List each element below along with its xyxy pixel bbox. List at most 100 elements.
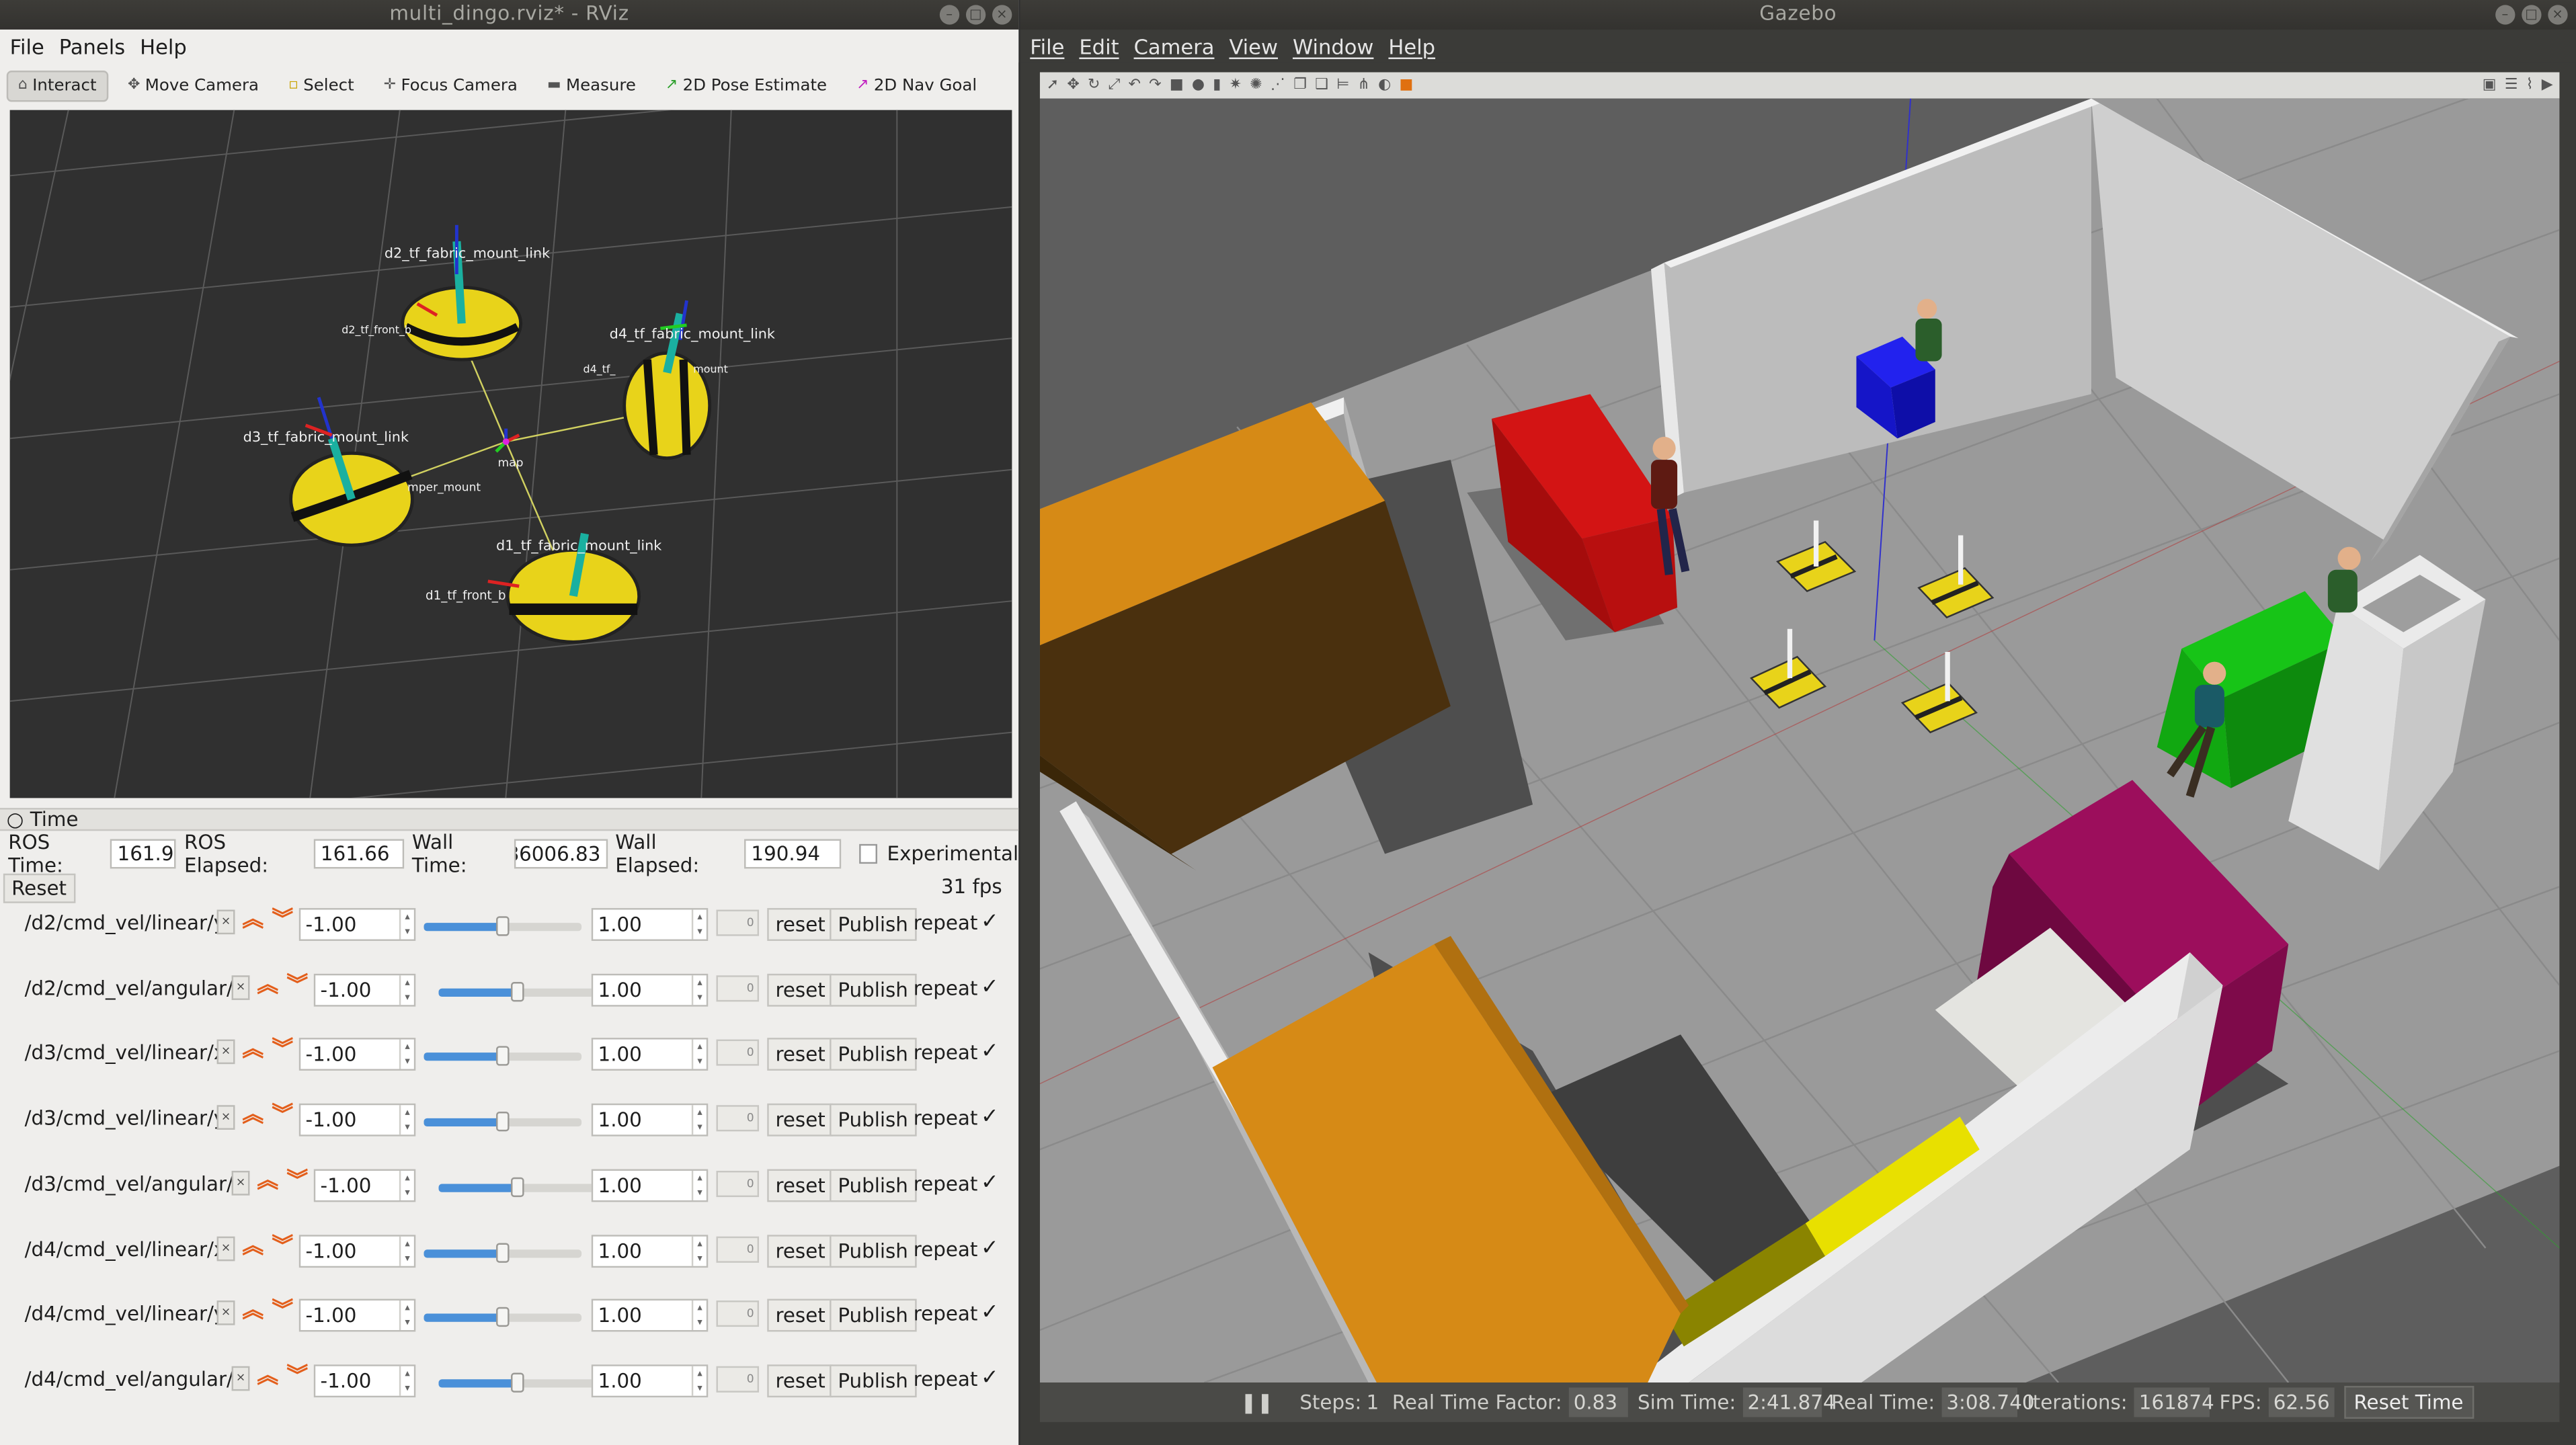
rate-spinbox[interactable]: 0 — [716, 1105, 760, 1132]
rate-spinbox[interactable]: 0 — [716, 909, 760, 936]
reset-button[interactable]: reset — [767, 1234, 834, 1267]
spin-arrows-icon[interactable]: ▴ ▾ — [399, 1366, 414, 1396]
spin-arrows-icon[interactable]: ▴ ▾ — [399, 1105, 414, 1135]
menu-help[interactable]: Help — [140, 34, 187, 58]
max-value-input[interactable]: 1.00 ▴ ▾ — [591, 1234, 709, 1267]
steps-value[interactable]: 1 — [1367, 1391, 1379, 1413]
spin-arrows-icon[interactable]: ▴ ▾ — [691, 1300, 707, 1331]
publish-button[interactable]: Publish — [830, 1104, 917, 1137]
reset-button[interactable]: Reset — [3, 873, 75, 903]
slider-handle[interactable] — [511, 1372, 524, 1393]
rate-spinbox[interactable]: 0 — [716, 1170, 760, 1197]
min-value-input[interactable]: -1.00 ▴ ▾ — [298, 1234, 416, 1267]
max-value-input[interactable]: 1.00 ▴ ▾ — [591, 908, 709, 941]
gz-menu-edit[interactable]: Edit — [1079, 34, 1119, 58]
rviz-titlebar[interactable]: multi_dingo.rviz* - RViz – □ × — [0, 0, 1019, 30]
rotate-icon[interactable]: ↻ — [1088, 77, 1100, 93]
wall-elapsed-field[interactable]: 190.94 — [744, 839, 841, 869]
rate-spinbox[interactable]: 0 — [716, 1300, 760, 1327]
increase-icon[interactable]: ︽ — [241, 1299, 264, 1325]
slider-handle[interactable] — [496, 1307, 510, 1327]
decrease-icon[interactable]: ︾ — [286, 1364, 309, 1391]
max-value-input[interactable]: 1.00 ▴ ▾ — [591, 973, 709, 1006]
increase-icon[interactable]: ︽ — [241, 1038, 264, 1065]
value-slider[interactable] — [424, 916, 582, 936]
slider-handle[interactable] — [496, 1046, 510, 1067]
increase-icon[interactable]: ︽ — [256, 1364, 279, 1391]
experimental-checkbox[interactable] — [858, 843, 877, 864]
reset-button[interactable]: reset — [767, 1038, 834, 1071]
translate-icon[interactable]: ✥ — [1067, 77, 1079, 93]
time-panel-header[interactable]: ○ Time — [0, 808, 1019, 831]
publish-button[interactable]: Publish — [830, 908, 917, 941]
clear-icon[interactable]: × — [216, 1235, 235, 1261]
reset-button[interactable]: reset — [767, 1169, 834, 1202]
minimize-icon[interactable]: – — [2495, 5, 2515, 25]
gazebo-3d-scene[interactable] — [1039, 98, 2560, 1383]
repeat-checkbox[interactable]: ✓ — [981, 1171, 999, 1196]
clear-icon[interactable]: × — [216, 1300, 235, 1326]
nav-goal-button[interactable]: ↗ 2D Nav Goal — [846, 71, 986, 99]
spin-arrows-icon[interactable]: ▴ ▾ — [691, 975, 707, 1005]
spin-arrows-icon[interactable]: ▴ ▾ — [691, 1366, 707, 1396]
min-value-input[interactable]: -1.00 ▴ ▾ — [298, 1104, 416, 1137]
spin-arrows-icon[interactable]: ▴ ▾ — [399, 1300, 414, 1331]
slider-handle[interactable] — [511, 1177, 524, 1197]
close-icon[interactable]: × — [992, 5, 1012, 25]
spin-arrows-icon[interactable]: ▴ ▾ — [691, 1170, 707, 1200]
slider-handle[interactable] — [496, 1112, 510, 1132]
gz-menu-file[interactable]: File — [1030, 34, 1064, 58]
value-slider[interactable] — [424, 1307, 582, 1327]
change-view-icon[interactable]: ◐ — [1378, 77, 1391, 93]
decrease-icon[interactable]: ︾ — [271, 1038, 294, 1065]
pose-estimate-button[interactable]: ↗ 2D Pose Estimate — [655, 71, 837, 99]
robot-d4[interactable] — [622, 300, 712, 460]
spin-arrows-icon[interactable]: ▴ ▾ — [691, 1105, 707, 1135]
repeat-checkbox[interactable]: ✓ — [981, 975, 999, 999]
min-value-input[interactable]: -1.00 ▴ ▾ — [298, 1038, 416, 1071]
rate-spinbox[interactable]: 0 — [716, 1235, 760, 1262]
max-value-input[interactable]: 1.00 ▴ ▾ — [591, 1038, 709, 1071]
box-icon[interactable]: ■ — [1170, 77, 1184, 93]
decrease-icon[interactable]: ︾ — [286, 973, 309, 999]
increase-icon[interactable]: ︽ — [241, 1234, 264, 1260]
sphere-icon[interactable]: ● — [1192, 77, 1205, 93]
undo-icon[interactable]: ↶ — [1129, 77, 1141, 93]
select-mode-icon[interactable]: ➚ — [1047, 77, 1059, 93]
spin-arrows-icon[interactable]: ▴ ▾ — [399, 1170, 414, 1200]
gz-menu-help[interactable]: Help — [1388, 34, 1435, 58]
log-icon[interactable]: ☰ — [2505, 77, 2518, 93]
rate-spinbox[interactable]: 0 — [716, 1366, 760, 1393]
spin-arrows-icon[interactable]: ▴ ▾ — [399, 1235, 414, 1266]
value-slider[interactable] — [438, 1372, 597, 1393]
spin-arrows-icon[interactable]: ▴ ▾ — [399, 909, 414, 940]
increase-icon[interactable]: ︽ — [256, 973, 279, 999]
close-icon[interactable]: × — [2548, 5, 2568, 25]
copy-icon[interactable]: ❐ — [1293, 77, 1307, 93]
maximize-icon[interactable]: □ — [965, 5, 986, 25]
gz-menu-camera[interactable]: Camera — [1134, 34, 1215, 58]
max-value-input[interactable]: 1.00 ▴ ▾ — [591, 1299, 709, 1332]
increase-icon[interactable]: ︽ — [256, 1169, 279, 1195]
min-value-input[interactable]: -1.00 ▴ ▾ — [313, 973, 416, 1006]
paste-icon[interactable]: ❑ — [1315, 77, 1328, 93]
focus-camera-button[interactable]: ✛ Focus Camera — [374, 71, 528, 99]
point-light-icon[interactable]: ✷ — [1230, 77, 1242, 93]
clear-icon[interactable]: × — [231, 975, 250, 1000]
min-value-input[interactable]: -1.00 ▴ ▾ — [313, 1364, 416, 1397]
value-slider[interactable] — [438, 1177, 597, 1197]
min-value-input[interactable]: -1.00 ▴ ▾ — [313, 1169, 416, 1202]
max-value-input[interactable]: 1.00 ▴ ▾ — [591, 1169, 709, 1202]
clear-icon[interactable]: × — [231, 1170, 250, 1196]
video-icon[interactable]: ▶ — [2542, 77, 2553, 93]
reset-button[interactable]: reset — [767, 973, 834, 1006]
select-button[interactable]: ▫ Select — [278, 71, 364, 99]
repeat-checkbox[interactable]: ✓ — [981, 1300, 999, 1325]
ros-time-field[interactable]: 161.92 — [110, 839, 176, 869]
value-slider[interactable] — [424, 1242, 582, 1262]
slider-handle[interactable] — [511, 981, 524, 1001]
rviz-3d-view[interactable]: d2_tf_fabric_mount_link d2_tf_front_b d4… — [9, 110, 1012, 798]
value-slider[interactable] — [424, 1112, 582, 1132]
wall-time-field[interactable]: 486006.83 — [514, 839, 607, 869]
gz-menu-view[interactable]: View — [1229, 34, 1278, 58]
